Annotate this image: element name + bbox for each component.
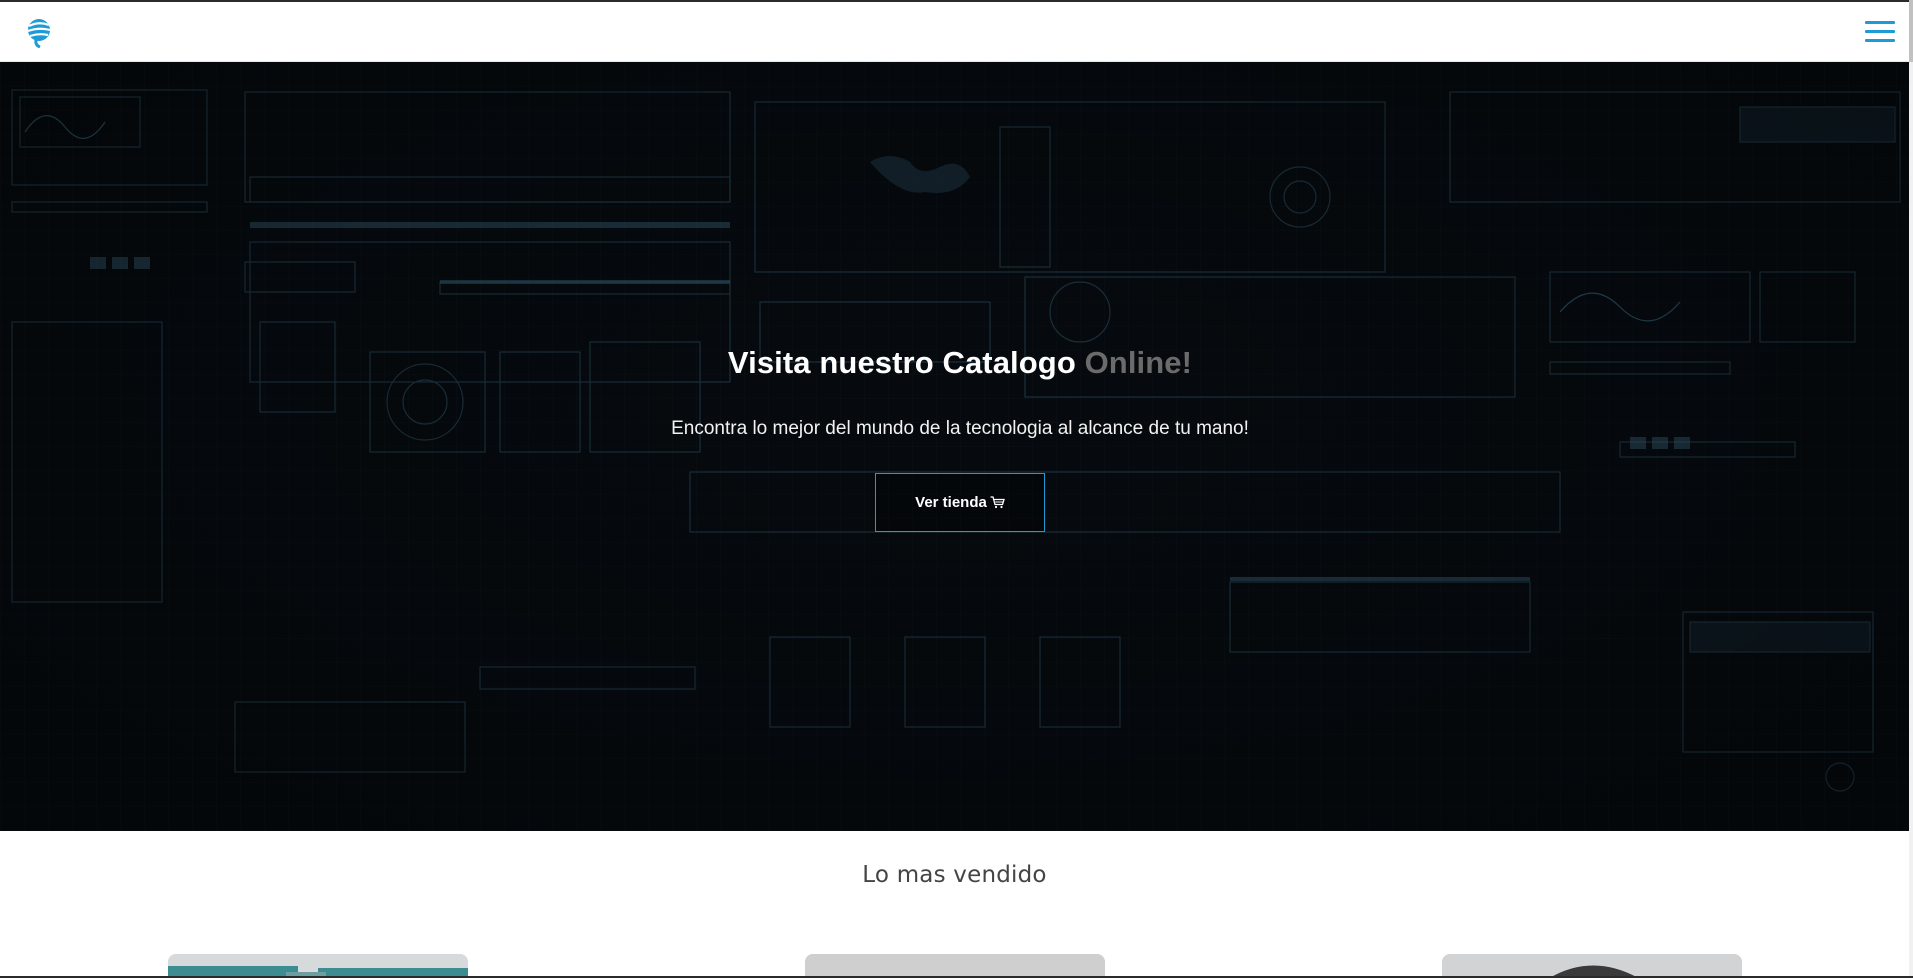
page-scrollbar[interactable] — [1909, 0, 1913, 978]
hero-overlay — [0, 62, 1909, 831]
hamburger-menu-icon[interactable] — [1865, 18, 1895, 46]
product-teal-image — [168, 954, 468, 978]
hero-title: Visita nuestro Catalogo Online! — [0, 345, 1909, 381]
hero-title-main: Visita nuestro Catalogo — [727, 345, 1085, 380]
scrollbar-thumb[interactable] — [1909, 0, 1913, 62]
product-card[interactable] — [805, 954, 1105, 978]
product-card[interactable] — [1442, 954, 1742, 978]
best-sellers-title: Lo mas vendido — [862, 862, 1047, 888]
page: Visita nuestro Catalogo Online! Encontra… — [0, 0, 1909, 978]
shopping-cart-icon — [990, 496, 1005, 509]
product-card[interactable] — [168, 954, 468, 978]
hero-subtitle: Encontra lo mejor del mundo de la tecnol… — [671, 418, 1249, 439]
ver-tienda-label: Ver tienda — [915, 494, 987, 511]
hero-title-accent: Online! — [1084, 345, 1193, 380]
product-gray-image — [805, 954, 1105, 978]
product-band-image — [1442, 954, 1742, 978]
hero-banner: Visita nuestro Catalogo Online! Encontra… — [0, 62, 1909, 831]
globe-logo-icon[interactable] — [26, 16, 54, 49]
ver-tienda-button[interactable]: Ver tienda — [875, 473, 1045, 532]
navbar — [0, 0, 1909, 62]
browser-viewport: Visita nuestro Catalogo Online! Encontra… — [0, 0, 1913, 978]
